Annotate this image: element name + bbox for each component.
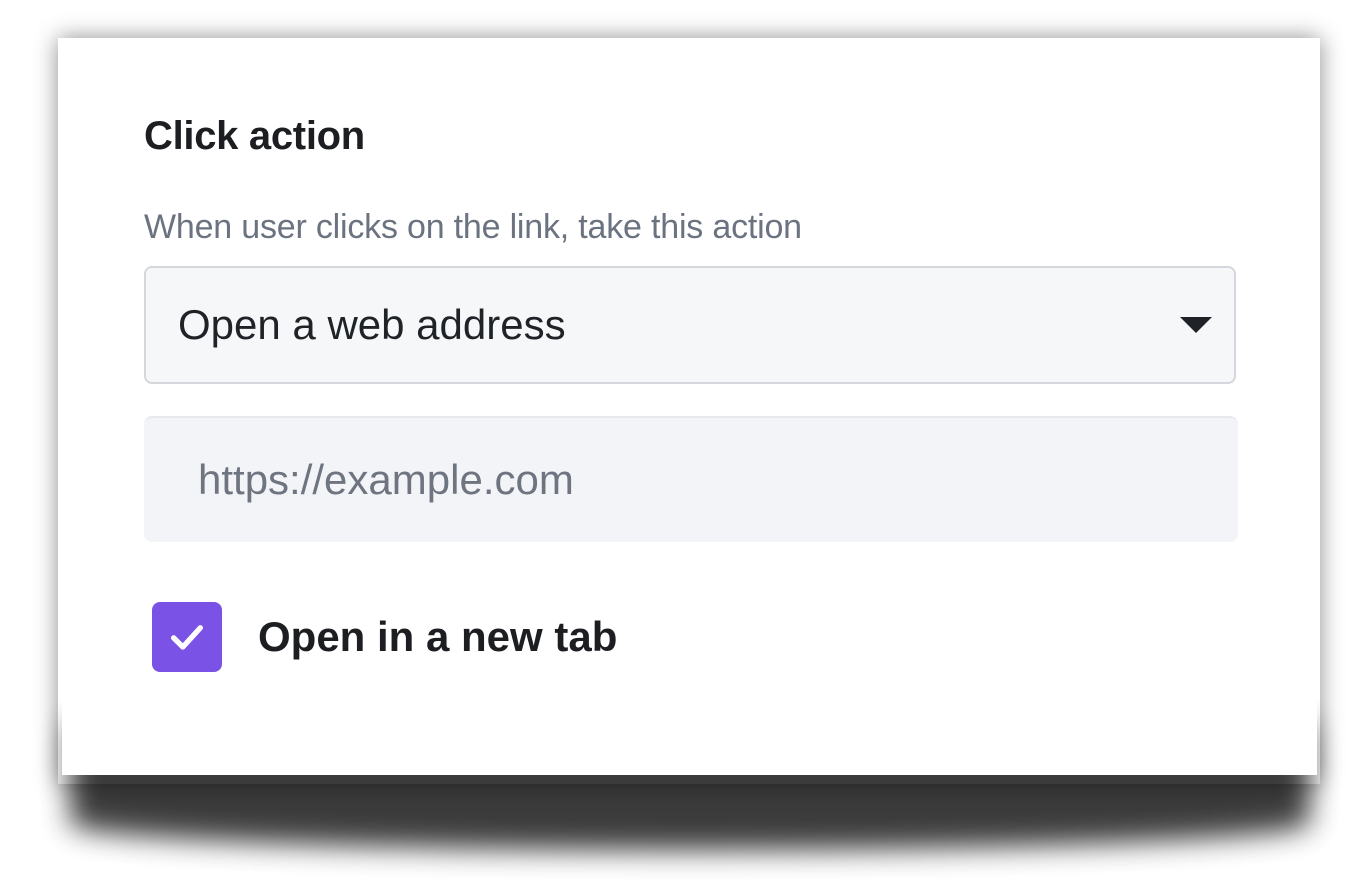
new-tab-label[interactable]: Open in a new tab [258,613,617,661]
action-select-value: Open a web address [178,301,566,348]
url-input[interactable] [144,416,1238,542]
section-title: Click action [144,114,365,158]
new-tab-option: Open in a new tab [152,602,617,672]
chevron-down-icon [1180,317,1212,333]
click-action-panel: Click action When user clicks on the lin… [62,42,1317,775]
new-tab-checkbox[interactable] [152,602,222,672]
action-select-dropdown[interactable]: Open a web address [144,266,1236,384]
checkmark-icon [171,625,203,650]
section-description: When user clicks on the link, take this … [144,208,802,246]
